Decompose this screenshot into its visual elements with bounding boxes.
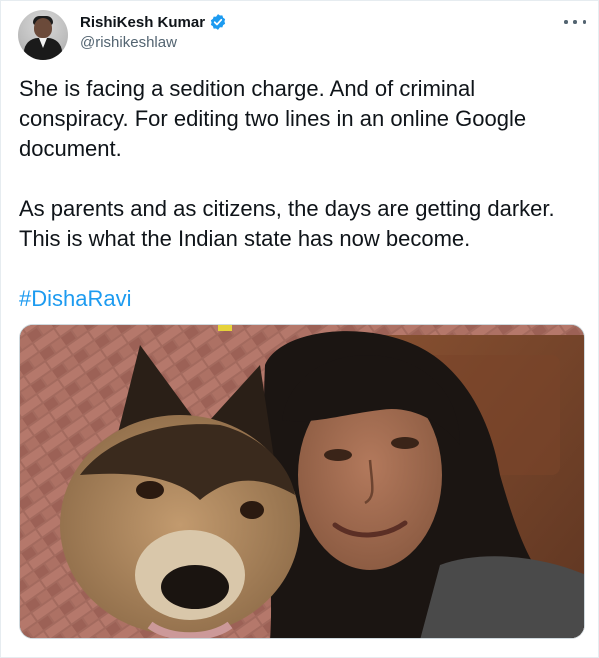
tweet-text-line: She is facing a sedition charge. And of … [19, 76, 476, 101]
author-handle[interactable]: @rishikeshlaw [80, 34, 177, 51]
more-options-icon[interactable] [564, 13, 586, 31]
hashtag-link[interactable]: #DishaRavi [19, 286, 132, 311]
tweet-text: She is facing a sedition charge. And of … [19, 74, 584, 314]
tweet-text-line: document. [19, 136, 122, 161]
author-avatar[interactable] [18, 10, 68, 60]
tweet-card[interactable]: RishiKesh Kumar @rishikeshlaw She is fac… [0, 0, 599, 658]
tweet-photo[interactable] [19, 324, 585, 639]
photo-illustration [20, 325, 584, 638]
tweet-text-line: conspiracy. For editing two lines in an … [19, 106, 527, 131]
verified-badge-icon [209, 13, 227, 31]
tweet-text-line: This is what the Indian state has now be… [19, 226, 471, 251]
author-display-name[interactable]: RishiKesh Kumar [80, 14, 205, 31]
author-name-row[interactable]: RishiKesh Kumar [80, 13, 227, 31]
tweet-text-line: As parents and as citizens, the days are… [19, 196, 555, 221]
